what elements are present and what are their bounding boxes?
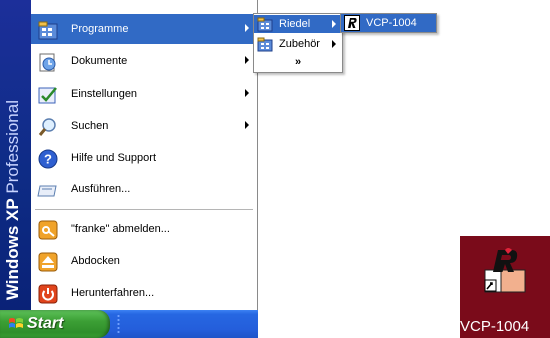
riedel-app-icon (344, 15, 360, 31)
menu-item-label: Einstellungen (71, 88, 138, 100)
submenu-arrow-icon (332, 20, 336, 28)
menu-separator (35, 209, 253, 210)
submenu-item-zubehoer[interactable]: Zubehör (254, 35, 342, 53)
menu-item-abdocken[interactable]: Abdocken (31, 246, 257, 276)
banner-text-bold: Windows XP (3, 198, 22, 300)
menu-item-label: "franke" abmelden... (71, 223, 170, 235)
menu-item-programme[interactable]: Programme (31, 14, 257, 44)
submenu-arrow-icon (245, 89, 249, 97)
submenu-item-vcp-1004[interactable]: VCP-1004 (341, 14, 436, 32)
submenu-item-label: VCP-1004 (366, 17, 417, 29)
menu-item-herunterfahren[interactable]: Herunterfahren... (31, 278, 257, 308)
menu-panel: Programme Dokumente Einstellungen Suchen… (31, 0, 258, 310)
submenu-item-label: Riedel (279, 18, 311, 30)
submenu-arrow-icon (245, 121, 249, 129)
submenu-programme: Riedel Zubehör » (253, 13, 343, 73)
submenu-arrow-icon (332, 40, 336, 48)
menu-item-label: Dokumente (71, 55, 128, 67)
banner-text-light: Professional (3, 99, 22, 194)
submenu-arrow-icon (245, 24, 249, 32)
submenu-arrow-icon (245, 56, 249, 64)
start-menu: Windows XP Professional Programme Dokume… (0, 0, 258, 310)
menu-item-label: Hilfe und Support (71, 152, 156, 164)
run-icon (37, 185, 57, 197)
settings-icon (38, 87, 57, 104)
riedel-app-icon (484, 248, 526, 293)
documents-icon (39, 53, 56, 72)
menu-item-abmelden[interactable]: "franke" abmelden... (31, 214, 257, 244)
svg-text:?: ? (44, 152, 52, 167)
windows-logo-icon (9, 318, 23, 328)
menu-item-suchen[interactable]: Suchen (31, 111, 257, 141)
taskbar: Start (0, 310, 258, 338)
search-icon (38, 118, 56, 136)
program-group-icon (257, 37, 273, 52)
logoff-icon (38, 220, 58, 240)
taskbar-grip[interactable] (117, 314, 120, 334)
menu-item-label: Programme (71, 23, 129, 35)
desktop-icon-label: VCP-1004 (460, 318, 530, 335)
program-group-icon (257, 17, 273, 32)
help-icon: ? (38, 149, 58, 169)
programs-icon (38, 21, 58, 40)
menu-item-label: Herunterfahren... (71, 287, 155, 299)
shutdown-icon (38, 284, 58, 304)
start-button[interactable]: Start (0, 310, 110, 338)
menu-item-label: Ausführen... (71, 183, 131, 195)
start-label: Start (27, 315, 64, 332)
banner-text: Windows XP Professional (3, 100, 23, 300)
windows-xp-banner: Windows XP Professional (0, 0, 31, 310)
menu-item-ausfuehren[interactable]: Ausführen... (31, 174, 257, 204)
submenu-riedel: VCP-1004 (340, 13, 437, 33)
submenu-item-riedel[interactable]: Riedel (254, 15, 342, 33)
expand-menu-chevron-icon[interactable]: » (254, 54, 342, 70)
eject-icon (38, 252, 58, 272)
menu-item-hilfe-und-support[interactable]: ? Hilfe und Support (31, 143, 257, 173)
menu-item-einstellungen[interactable]: Einstellungen (31, 79, 257, 109)
submenu-item-label: Zubehör (279, 38, 320, 50)
menu-item-label: Suchen (71, 120, 109, 132)
desktop-shortcut-vcp-1004[interactable]: VCP-1004 (460, 236, 550, 338)
menu-item-label: Abdocken (71, 255, 120, 267)
menu-item-dokumente[interactable]: Dokumente (31, 46, 257, 76)
